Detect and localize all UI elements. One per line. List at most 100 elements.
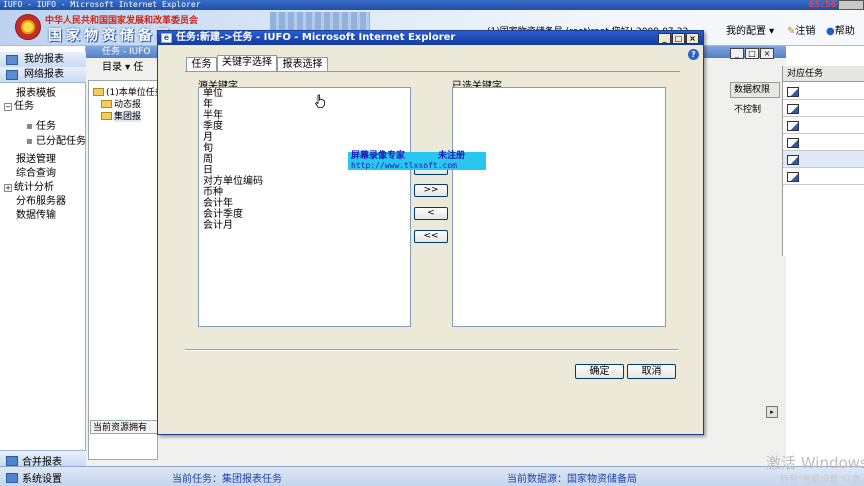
dialog-close-button[interactable]: × [686, 33, 699, 44]
list-item[interactable]: 会计月 [203, 221, 233, 231]
nav-assigned-task-label: 已分配任务 [35, 136, 86, 147]
my-reports-icon [6, 55, 18, 65]
nav-comprehensive-query[interactable]: 综合查询 [16, 164, 56, 179]
tab-task[interactable]: 任务 [186, 57, 217, 71]
move-left-button[interactable]: < [414, 207, 448, 220]
list-item[interactable]: 年 [203, 100, 213, 110]
dialog-title: 任务:新建->任务 - IUFO - Microsoft Internet Ex… [176, 32, 456, 43]
nav-data-transfer[interactable]: 数据传输 [16, 206, 56, 221]
current-task-status: 当前任务：集团报表任务 [172, 474, 282, 485]
scroll-right-button[interactable]: ▸ [766, 406, 778, 418]
table-row[interactable] [783, 83, 864, 100]
help-label: 帮助 [834, 26, 855, 37]
help-icon: ● [826, 26, 835, 37]
selected-keywords-list[interactable] [452, 87, 666, 327]
collapse-toggle-icon[interactable]: − [4, 103, 12, 111]
nav-task-label: 任务 [14, 101, 34, 112]
background-window-controls: _ □ × [730, 48, 778, 59]
recorder-watermark: 屏幕录像专家 未注册 http://www.tlxsoft.com [348, 152, 486, 170]
nav-report-management[interactable]: 报送管理 [16, 150, 56, 165]
ok-button[interactable]: 确定 [575, 364, 624, 379]
list-item[interactable]: 日 [203, 166, 213, 176]
table-row[interactable] [783, 134, 864, 151]
tab-report-selection[interactable]: 报表选择 [277, 57, 328, 71]
nav-assigned-task[interactable]: ▪ 已分配任务 [26, 132, 86, 147]
nav-my-reports[interactable]: 我的报表 [0, 52, 86, 68]
national-emblem-icon [15, 14, 41, 40]
nav-task[interactable]: − 任务 [4, 97, 34, 112]
close-button[interactable]: × [760, 48, 774, 59]
help-link[interactable]: ●帮助 [826, 22, 855, 37]
folder-icon [101, 100, 112, 108]
table-row[interactable] [783, 100, 864, 117]
list-item[interactable]: 周 [203, 155, 213, 165]
bullet-icon: ▪ [26, 121, 36, 132]
edit-icon[interactable] [787, 155, 799, 165]
table-row[interactable] [783, 151, 864, 168]
task-tree: (1)本单位任务 动态报 集团报 [88, 80, 164, 460]
table-row[interactable] [783, 117, 864, 134]
dialog-maximize-button[interactable]: □ [672, 33, 685, 44]
edit-icon[interactable] [787, 87, 799, 97]
watermark-url: http://www.tlxsoft.com [351, 161, 457, 170]
nav-statistics[interactable]: + 统计分析 [4, 178, 54, 193]
logout-label: 注销 [795, 26, 816, 37]
outer-close-button[interactable] [838, 0, 864, 10]
divider [185, 349, 678, 351]
background-toolbar-menu[interactable]: 目录 ▾ 任 [86, 60, 156, 76]
folder-icon [93, 88, 104, 96]
move-all-left-button[interactable]: << [414, 230, 448, 243]
list-item[interactable]: 旬 [203, 144, 213, 154]
expand-toggle-icon[interactable]: + [4, 184, 12, 192]
data-permission-header: 数据权限 [730, 82, 780, 98]
corresponding-task-header: 对应任务 [783, 66, 864, 82]
nav-distribution-server[interactable]: 分布服务器 [16, 192, 66, 207]
maximize-button[interactable]: □ [745, 48, 759, 59]
list-item[interactable]: 半年 [203, 111, 223, 121]
dialog-window-controls: _ □ × [658, 33, 702, 44]
list-item[interactable]: 单位 [203, 89, 223, 99]
system-settings-label: 系统设置 [22, 474, 62, 485]
list-item[interactable]: 会计年 [203, 199, 233, 209]
current-source-status: 当前数据源：国家物资储备局 [507, 474, 637, 485]
nav-system-settings[interactable]: 系统设置 [6, 470, 62, 485]
corresponding-task-column: 对应任务 [782, 66, 864, 256]
minimize-button[interactable]: _ [730, 48, 744, 59]
banner-agency-name: 国家物资储备局 [48, 28, 174, 44]
list-item[interactable]: 币种 [203, 188, 223, 198]
activate-windows-hint: 转到"电脑设置"以激活 [780, 475, 864, 485]
dialog-minimize-button[interactable]: _ [658, 33, 671, 44]
nav-task-sub[interactable]: ▪ 任务 [26, 117, 56, 132]
table-row[interactable] [783, 168, 864, 185]
list-item[interactable]: 月 [203, 133, 213, 143]
edit-icon[interactable] [787, 121, 799, 131]
logout-link[interactable]: ✎注销 [787, 22, 815, 37]
watermark-product: 屏幕录像专家 [351, 151, 406, 161]
source-keywords-list[interactable]: 单位 年 半年 季度 月 旬 周 日 对方单位编码 币种 会计年 会计季度 会计… [198, 87, 411, 327]
edit-icon[interactable] [787, 172, 799, 182]
ie-icon: e [161, 33, 172, 43]
list-item[interactable]: 季度 [203, 122, 223, 132]
edit-icon[interactable] [787, 104, 799, 114]
dialog-help-icon[interactable]: ? [688, 49, 699, 60]
data-permission-value: 不控制 [734, 105, 762, 115]
tree-node-group[interactable]: 集团报 [101, 109, 142, 122]
outer-window-title: IUFO - IUFO - Microsoft Internet Explore… [3, 0, 201, 9]
nav-merge-reports[interactable]: 合并报表 [0, 450, 86, 468]
background-status-resource: 当前资源拥有 [90, 420, 160, 434]
tab-keyword-selection[interactable]: 关键字选择 [217, 55, 277, 71]
dialog-titlebar: e 任务:新建->任务 - IUFO - Microsoft Internet … [158, 31, 703, 45]
my-config-menu[interactable]: 我的配置 ▾ [726, 22, 774, 37]
edit-icon[interactable] [787, 138, 799, 148]
list-item[interactable]: 对方单位编码 [203, 177, 263, 187]
cancel-button[interactable]: 取消 [627, 364, 676, 379]
recording-counter: 65:56 [808, 0, 836, 10]
move-all-right-button[interactable]: >> [414, 184, 448, 197]
list-item[interactable]: 会计季度 [203, 210, 243, 220]
nav-network-reports[interactable]: 网络报表 [0, 67, 86, 83]
left-navigation: 我的报表 网络报表 报表模板 − 任务 ▪ 任务 ▪ 已分配任务 报送管理 综合查… [0, 46, 86, 486]
network-reports-icon [6, 70, 18, 80]
nav-my-reports-label: 我的报表 [24, 54, 64, 65]
activate-windows-watermark: 激活 Windows [766, 454, 864, 472]
outer-window-titlebar: IUFO - IUFO - Microsoft Internet Explore… [0, 0, 864, 10]
